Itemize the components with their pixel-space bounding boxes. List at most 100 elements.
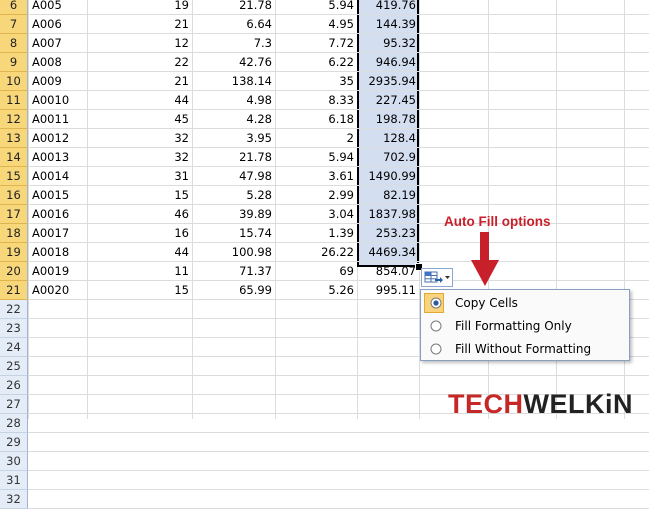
cell-id[interactable]: A0017 [29, 224, 87, 242]
cell-id[interactable]: A005 [29, 0, 87, 14]
row-header[interactable]: 22 [0, 300, 28, 319]
cell-qty[interactable]: 32 [88, 148, 192, 166]
cell-price[interactable]: 3.95 [193, 129, 275, 147]
cell-factor[interactable]: 35 [276, 72, 357, 90]
row-header[interactable]: 7 [0, 15, 28, 34]
cell-total[interactable]: 2935.94 [358, 72, 419, 90]
row-header[interactable]: 25 [0, 357, 28, 376]
row-header[interactable]: 15 [0, 167, 28, 186]
cell-total[interactable]: 198.78 [358, 110, 419, 128]
cell-price[interactable]: 39.89 [193, 205, 275, 223]
row-header[interactable]: 10 [0, 72, 28, 91]
cell-factor[interactable]: 6.22 [276, 53, 357, 71]
row-header[interactable]: 13 [0, 129, 28, 148]
cell-total[interactable]: 1490.99 [358, 167, 419, 185]
row-header[interactable]: 12 [0, 110, 28, 129]
cell-price[interactable]: 100.98 [193, 243, 275, 261]
row-header[interactable]: 20 [0, 262, 28, 281]
menu-item-fill-formatting-only[interactable]: Fill Formatting Only [423, 315, 627, 337]
row-header[interactable]: 19 [0, 243, 28, 262]
cell-factor[interactable]: 4.95 [276, 15, 357, 33]
row-header[interactable]: 11 [0, 91, 28, 110]
cell-id[interactable]: A009 [29, 72, 87, 90]
cell-factor[interactable]: 7.72 [276, 34, 357, 52]
row-header[interactable]: 24 [0, 338, 28, 357]
cell-factor[interactable]: 5.26 [276, 281, 357, 299]
row-header[interactable]: 28 [0, 414, 28, 433]
cell-qty[interactable]: 45 [88, 110, 192, 128]
cell-qty[interactable]: 22 [88, 53, 192, 71]
row-header[interactable]: 21 [0, 281, 28, 300]
cell-qty[interactable]: 44 [88, 91, 192, 109]
cell-factor[interactable]: 1.39 [276, 224, 357, 242]
cell-qty[interactable]: 31 [88, 167, 192, 185]
cell-price[interactable]: 65.99 [193, 281, 275, 299]
cell-qty[interactable]: 11 [88, 262, 192, 280]
cell-price[interactable]: 47.98 [193, 167, 275, 185]
row-header[interactable]: 6 [0, 0, 28, 15]
menu-item-copy-cells[interactable]: Copy Cells [423, 292, 627, 314]
cell-price[interactable]: 4.28 [193, 110, 275, 128]
cell-total[interactable]: 82.19 [358, 186, 419, 204]
cell-id[interactable]: A0015 [29, 186, 87, 204]
cell-factor[interactable]: 5.94 [276, 148, 357, 166]
row-header[interactable]: 30 [0, 452, 28, 471]
cell-qty[interactable]: 32 [88, 129, 192, 147]
row-header[interactable]: 32 [0, 490, 28, 509]
cell-total[interactable]: 995.11 [358, 281, 419, 299]
cell-total[interactable]: 419.76 [358, 0, 419, 14]
cell-factor[interactable]: 69 [276, 262, 357, 280]
row-header[interactable]: 16 [0, 186, 28, 205]
row-header[interactable]: 29 [0, 433, 28, 452]
cell-qty[interactable]: 15 [88, 186, 192, 204]
row-header[interactable]: 23 [0, 319, 28, 338]
row-header[interactable]: 8 [0, 34, 28, 53]
menu-item-fill-without-formatting[interactable]: Fill Without Formatting [423, 338, 627, 360]
cell-factor[interactable]: 2.99 [276, 186, 357, 204]
cell-total[interactable]: 95.32 [358, 34, 419, 52]
cell-total[interactable]: 702.9 [358, 148, 419, 166]
cell-id[interactable]: A0010 [29, 91, 87, 109]
cell-id[interactable]: A0012 [29, 129, 87, 147]
cell-id[interactable]: A0016 [29, 205, 87, 223]
cell-price[interactable]: 5.28 [193, 186, 275, 204]
cell-factor[interactable]: 8.33 [276, 91, 357, 109]
cell-total[interactable]: 4469.34 [358, 243, 419, 261]
cell-factor[interactable]: 3.04 [276, 205, 357, 223]
cell-price[interactable]: 4.98 [193, 91, 275, 109]
cell-id[interactable]: A0013 [29, 148, 87, 166]
cell-factor[interactable]: 3.61 [276, 167, 357, 185]
row-header[interactable]: 26 [0, 376, 28, 395]
row-header[interactable]: 9 [0, 53, 28, 72]
cell-price[interactable]: 21.78 [193, 0, 275, 14]
cell-factor[interactable]: 26.22 [276, 243, 357, 261]
cell-id[interactable]: A0020 [29, 281, 87, 299]
cell-id[interactable]: A006 [29, 15, 87, 33]
cell-factor[interactable]: 5.94 [276, 0, 357, 14]
row-header[interactable]: 18 [0, 224, 28, 243]
cell-id[interactable]: A007 [29, 34, 87, 52]
cell-total[interactable]: 946.94 [358, 53, 419, 71]
row-header[interactable]: 17 [0, 205, 28, 224]
row-header[interactable]: 14 [0, 148, 28, 167]
cell-qty[interactable]: 19 [88, 0, 192, 14]
cell-price[interactable]: 21.78 [193, 148, 275, 166]
cell-qty[interactable]: 12 [88, 34, 192, 52]
cell-price[interactable]: 15.74 [193, 224, 275, 242]
cell-total[interactable]: 854.07 [358, 262, 419, 280]
cell-id[interactable]: A0011 [29, 110, 87, 128]
row-header[interactable]: 27 [0, 395, 28, 414]
cell-id[interactable]: A0014 [29, 167, 87, 185]
cell-qty[interactable]: 21 [88, 15, 192, 33]
cell-price[interactable]: 138.14 [193, 72, 275, 90]
cell-total[interactable]: 144.39 [358, 15, 419, 33]
cell-price[interactable]: 71.37 [193, 262, 275, 280]
cell-qty[interactable]: 46 [88, 205, 192, 223]
cell-qty[interactable]: 21 [88, 72, 192, 90]
cell-qty[interactable]: 15 [88, 281, 192, 299]
cell-id[interactable]: A0019 [29, 262, 87, 280]
cell-total[interactable]: 227.45 [358, 91, 419, 109]
cell-price[interactable]: 6.64 [193, 15, 275, 33]
row-header[interactable]: 31 [0, 471, 28, 490]
cell-id[interactable]: A0018 [29, 243, 87, 261]
